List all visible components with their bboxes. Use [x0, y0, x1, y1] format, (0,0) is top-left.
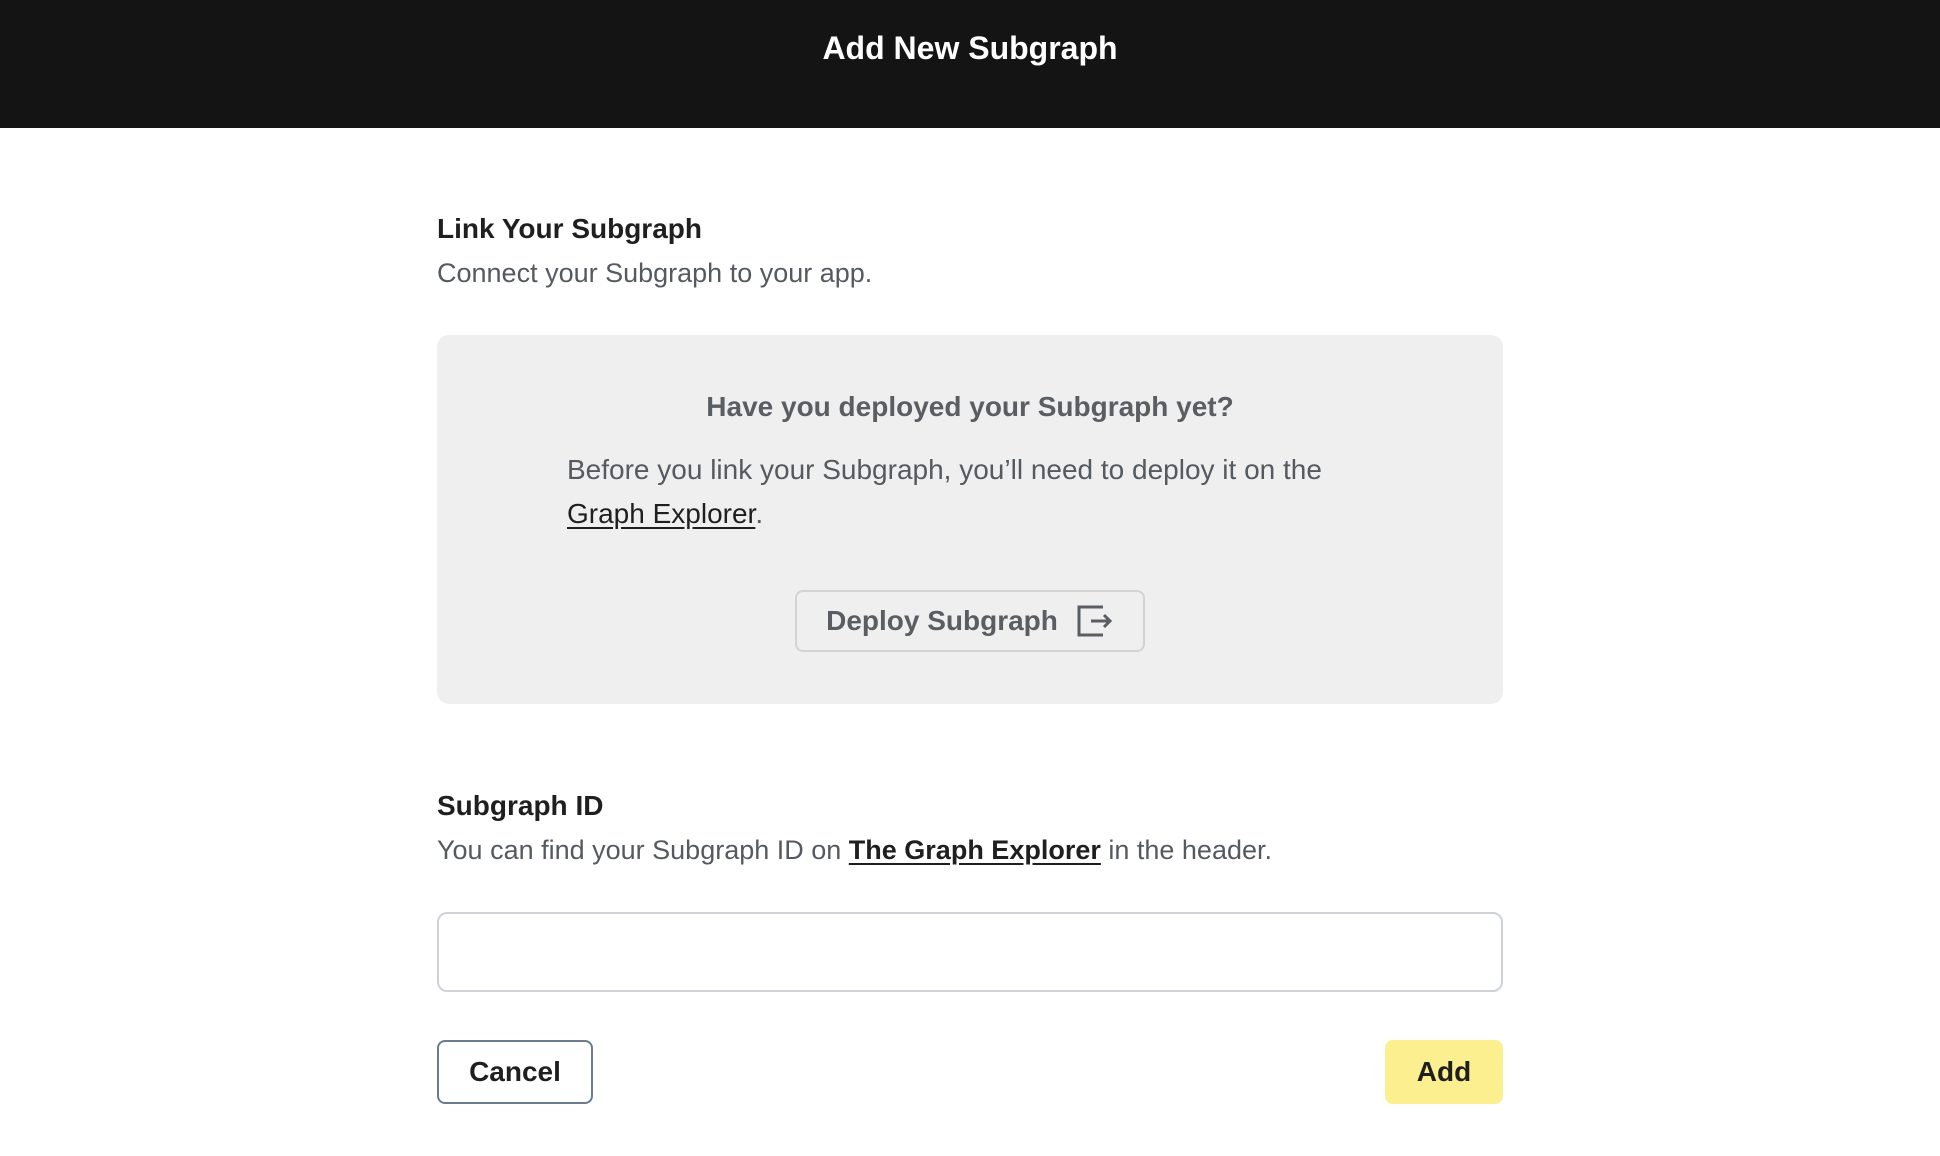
subgraph-id-description-suffix: in the header. — [1100, 835, 1272, 865]
link-section-description: Connect your Subgraph to your app. — [437, 258, 873, 288]
subgraph-id-title: Subgraph ID — [437, 790, 604, 821]
graph-explorer-link[interactable]: Graph Explorer — [567, 498, 755, 529]
deploy-notice-heading: Have you deployed your Subgraph yet? — [706, 391, 1234, 422]
cancel-button[interactable]: Cancel — [437, 1040, 593, 1104]
link-section-title: Link Your Subgraph — [437, 213, 702, 244]
modal-header: Add New Subgraph — [0, 0, 1940, 128]
deploy-subgraph-label: Deploy Subgraph — [826, 605, 1058, 636]
deploy-subgraph-button[interactable]: Deploy Subgraph — [795, 590, 1145, 652]
subgraph-id-description-text: You can find your Subgraph ID on — [437, 835, 849, 865]
the-graph-explorer-link[interactable]: The Graph Explorer — [849, 835, 1101, 865]
add-button[interactable]: Add — [1385, 1040, 1503, 1104]
modal-title: Add New Subgraph — [822, 30, 1118, 66]
subgraph-id-input[interactable] — [437, 912, 1503, 992]
subgraph-id-description: You can find your Subgraph ID on The Gra… — [437, 832, 1272, 868]
deploy-notice-period: . — [755, 498, 764, 529]
external-link-icon — [1077, 605, 1113, 637]
deploy-notice-text: Before you link your Subgraph, you’ll ne… — [567, 454, 1322, 485]
deploy-notice-body: Before you link your Subgraph, you’ll ne… — [567, 448, 1387, 536]
